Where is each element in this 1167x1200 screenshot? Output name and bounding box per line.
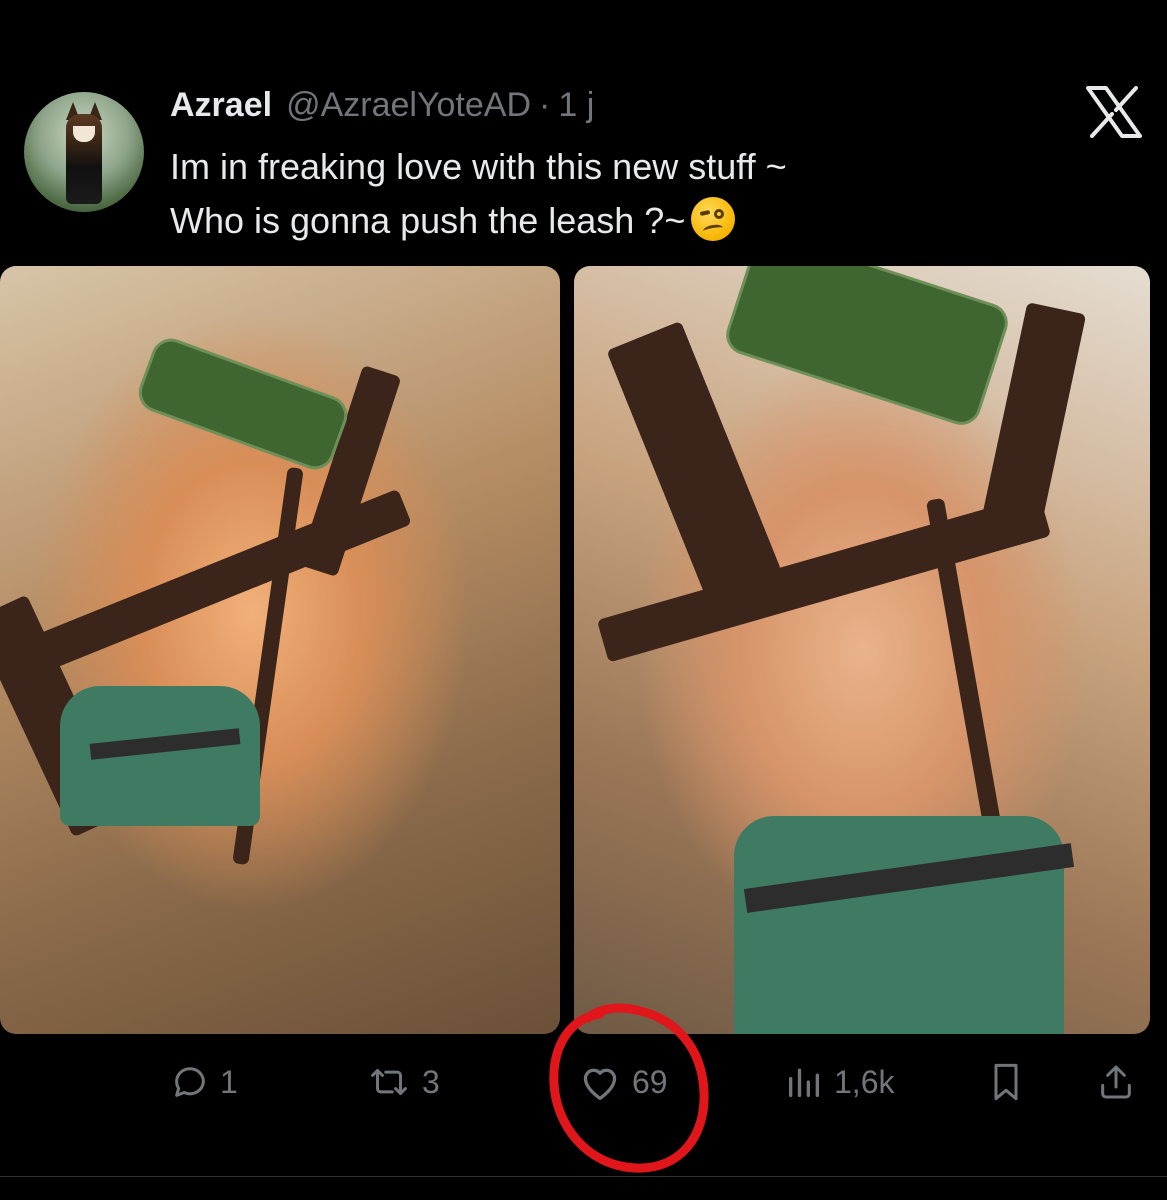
harness-strap: [596, 493, 1052, 663]
author-handle[interactable]: @AzraelYoteAD: [286, 86, 531, 125]
tweet-text: Im in freaking love with this new stuff …: [170, 140, 1070, 248]
share-icon: [1096, 1062, 1136, 1102]
bookmark-icon: [988, 1062, 1024, 1102]
close-icon[interactable]: [1086, 86, 1142, 138]
retweet-button[interactable]: 3: [366, 1052, 440, 1112]
reply-button[interactable]: 1: [170, 1052, 238, 1112]
divider: [0, 1176, 1167, 1177]
views-button[interactable]: 1,6k: [784, 1052, 894, 1112]
comment-icon: [170, 1062, 210, 1102]
reply-count: 1: [220, 1063, 238, 1100]
retweet-count: 3: [422, 1063, 440, 1100]
harness-strap: [8, 488, 412, 682]
tweet-photo-1[interactable]: [0, 266, 560, 1034]
tweet-time[interactable]: 1 j: [558, 86, 594, 125]
tweet-text-line-2-content: Who is gonna push the leash ?~: [170, 200, 686, 241]
tweet-header: Azrael @AzraelYoteAD · 1 j: [170, 86, 1127, 136]
tweet-text-line-2: Who is gonna push the leash ?~: [170, 194, 1070, 248]
collar: [133, 333, 353, 475]
author-name[interactable]: Azrael: [170, 86, 272, 125]
harness-strap: [606, 320, 782, 602]
woozy-face-icon: [691, 197, 736, 241]
author-avatar[interactable]: [24, 92, 144, 212]
collar: [721, 266, 1013, 431]
share-button[interactable]: [1096, 1052, 1136, 1112]
red-highlight-circle: [540, 996, 718, 1178]
bar-chart-icon: [784, 1062, 824, 1102]
view-count: 1,6k: [834, 1063, 895, 1100]
separator-dot: ·: [539, 86, 551, 124]
bookmark-button[interactable]: [988, 1052, 1024, 1112]
shorts: [734, 816, 1064, 1034]
retweet-icon: [366, 1062, 412, 1102]
tweet-photo-2[interactable]: [574, 266, 1150, 1034]
tweet-text-line-1: Im in freaking love with this new stuff …: [170, 146, 787, 187]
